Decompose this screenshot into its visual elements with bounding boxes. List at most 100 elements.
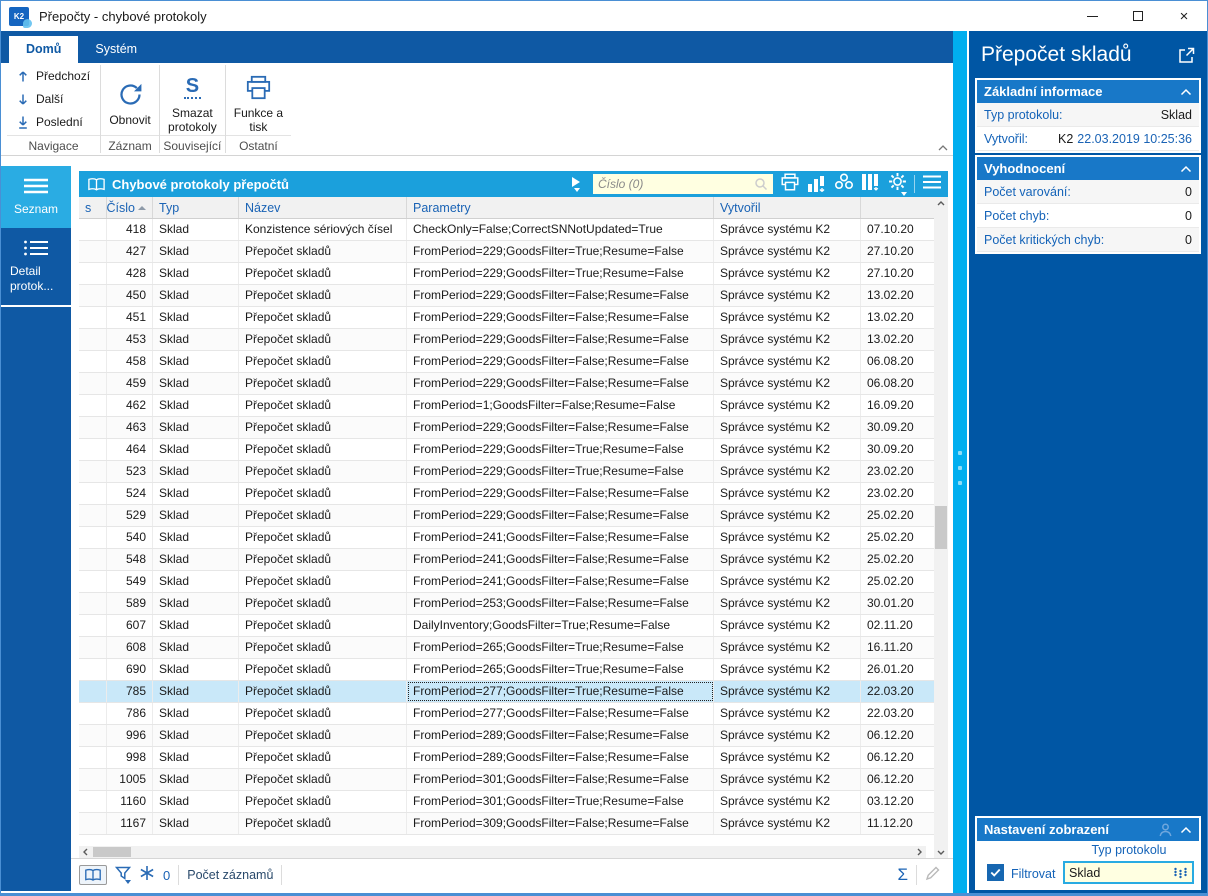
cell-s[interactable] bbox=[79, 373, 107, 394]
column-header-s[interactable]: s bbox=[79, 197, 107, 218]
cell-vytvoril[interactable]: Správce systému K2 bbox=[714, 395, 861, 416]
cell-vytvoril[interactable]: Správce systému K2 bbox=[714, 527, 861, 548]
cell-cislo[interactable]: 459 bbox=[107, 373, 153, 394]
cell-datum[interactable]: 27.10.20 bbox=[861, 263, 933, 284]
cell-parametry[interactable]: FromPeriod=229;GoodsFilter=True;Resume=F… bbox=[407, 461, 714, 482]
filter-checkbox[interactable] bbox=[987, 864, 1004, 881]
table-row[interactable]: 549 Sklad Přepočet skladů FromPeriod=241;Go… bbox=[79, 571, 934, 593]
cell-parametry[interactable]: FromPeriod=241;GoodsFilter=False;Resume=… bbox=[407, 527, 714, 548]
cell-parametry[interactable]: FromPeriod=301;GoodsFilter=False;Resume=… bbox=[407, 769, 714, 790]
column-header-vytvoril[interactable]: Vytvořil bbox=[714, 197, 861, 218]
cell-nazev[interactable]: Konzistence sériových čísel bbox=[239, 219, 407, 240]
cell-datum[interactable]: 13.02.20 bbox=[861, 329, 933, 350]
cell-parametry[interactable]: FromPeriod=253;GoodsFilter=False;Resume=… bbox=[407, 593, 714, 614]
cell-typ[interactable]: Sklad bbox=[153, 461, 239, 482]
section-header[interactable]: Nastavení zobrazení bbox=[977, 818, 1199, 841]
cell-nazev[interactable]: Přepočet skladů bbox=[239, 549, 407, 570]
cell-typ[interactable]: Sklad bbox=[153, 527, 239, 548]
cell-cislo[interactable]: 589 bbox=[107, 593, 153, 614]
cell-parametry[interactable]: FromPeriod=241;GoodsFilter=False;Resume=… bbox=[407, 549, 714, 570]
cell-cislo[interactable]: 608 bbox=[107, 637, 153, 658]
cell-datum[interactable]: 11.12.20 bbox=[861, 813, 933, 834]
horizontal-scrollbar[interactable] bbox=[79, 846, 926, 858]
cell-s[interactable] bbox=[79, 351, 107, 372]
grid-menu-button[interactable] bbox=[922, 175, 942, 194]
filter-checkbox-label[interactable]: Filtrovat bbox=[1011, 867, 1055, 881]
cell-vytvoril[interactable]: Správce systému K2 bbox=[714, 549, 861, 570]
cell-parametry[interactable]: FromPeriod=289;GoodsFilter=False;Resume=… bbox=[407, 747, 714, 768]
columns-button[interactable] bbox=[861, 173, 881, 196]
table-row[interactable]: 453 Sklad Přepočet skladů FromPeriod=229;Go… bbox=[79, 329, 934, 351]
vertical-scroll-thumb[interactable] bbox=[935, 506, 947, 549]
cell-nazev[interactable]: Přepočet skladů bbox=[239, 593, 407, 614]
cell-datum[interactable]: 16.09.20 bbox=[861, 395, 933, 416]
cell-s[interactable] bbox=[79, 263, 107, 284]
previous-button[interactable]: Předchozí bbox=[17, 66, 90, 86]
cell-vytvoril[interactable]: Správce systému K2 bbox=[714, 659, 861, 680]
delete-protocols-button[interactable]: S Smazat protokoly bbox=[160, 64, 225, 135]
cell-parametry[interactable]: FromPeriod=289;GoodsFilter=False;Resume=… bbox=[407, 725, 714, 746]
cell-typ[interactable]: Sklad bbox=[153, 285, 239, 306]
cell-nazev[interactable]: Přepočet skladů bbox=[239, 681, 407, 702]
cell-datum[interactable]: 25.02.20 bbox=[861, 571, 933, 592]
cell-nazev[interactable]: Přepočet skladů bbox=[239, 659, 407, 680]
cell-s[interactable] bbox=[79, 439, 107, 460]
cell-cislo[interactable]: 450 bbox=[107, 285, 153, 306]
cell-s[interactable] bbox=[79, 791, 107, 812]
tab-system[interactable]: Systém bbox=[78, 36, 154, 63]
cell-parametry[interactable]: FromPeriod=229;GoodsFilter=False;Resume=… bbox=[407, 329, 714, 350]
cell-typ[interactable]: Sklad bbox=[153, 241, 239, 262]
section-header[interactable]: Vyhodnocení bbox=[977, 157, 1199, 180]
cell-parametry[interactable]: FromPeriod=229;GoodsFilter=True;Resume=F… bbox=[407, 263, 714, 284]
cell-datum[interactable]: 13.02.20 bbox=[861, 307, 933, 328]
ribbon-collapse-button[interactable] bbox=[937, 139, 949, 157]
cell-s[interactable] bbox=[79, 219, 107, 240]
table-row[interactable]: 1160 Sklad Přepočet skladů FromPeriod=301;G… bbox=[79, 791, 934, 813]
cell-typ[interactable]: Sklad bbox=[153, 351, 239, 372]
table-row[interactable]: 1167 Sklad Přepočet skladů FromPeriod=309;G… bbox=[79, 813, 934, 835]
cell-parametry[interactable]: FromPeriod=265;GoodsFilter=True;Resume=F… bbox=[407, 659, 714, 680]
cell-s[interactable] bbox=[79, 307, 107, 328]
cell-cislo[interactable]: 996 bbox=[107, 725, 153, 746]
cell-nazev[interactable]: Přepočet skladů bbox=[239, 615, 407, 636]
cell-cislo[interactable]: 453 bbox=[107, 329, 153, 350]
cell-typ[interactable]: Sklad bbox=[153, 219, 239, 240]
cell-s[interactable] bbox=[79, 527, 107, 548]
table-row[interactable]: 540 Sklad Přepočet skladů FromPeriod=241;Go… bbox=[79, 527, 934, 549]
table-row[interactable]: 608 Sklad Přepočet skladů FromPeriod=265;Go… bbox=[79, 637, 934, 659]
cell-parametry[interactable]: FromPeriod=229;GoodsFilter=False;Resume=… bbox=[407, 351, 714, 372]
cell-nazev[interactable]: Přepočet skladů bbox=[239, 747, 407, 768]
cell-vytvoril[interactable]: Správce systému K2 bbox=[714, 241, 861, 262]
related-records-button[interactable] bbox=[834, 173, 854, 195]
cell-nazev[interactable]: Přepočet skladů bbox=[239, 373, 407, 394]
cell-vytvoril[interactable]: Správce systému K2 bbox=[714, 219, 861, 240]
cell-s[interactable] bbox=[79, 681, 107, 702]
cell-datum[interactable]: 30.09.20 bbox=[861, 417, 933, 438]
cell-datum[interactable]: 13.02.20 bbox=[861, 285, 933, 306]
settings-button[interactable] bbox=[888, 172, 907, 196]
cell-datum[interactable]: 23.02.20 bbox=[861, 483, 933, 504]
cell-parametry[interactable]: FromPeriod=229;GoodsFilter=True;Resume=F… bbox=[407, 241, 714, 262]
cell-cislo[interactable]: 1160 bbox=[107, 791, 153, 812]
cell-parametry[interactable]: FromPeriod=229;GoodsFilter=False;Resume=… bbox=[407, 505, 714, 526]
cell-parametry[interactable]: FromPeriod=229;GoodsFilter=False;Resume=… bbox=[407, 307, 714, 328]
cell-nazev[interactable]: Přepočet skladů bbox=[239, 527, 407, 548]
cell-s[interactable] bbox=[79, 659, 107, 680]
cell-typ[interactable]: Sklad bbox=[153, 703, 239, 724]
table-row[interactable]: 523 Sklad Přepočet skladů FromPeriod=229;Go… bbox=[79, 461, 934, 483]
cell-nazev[interactable]: Přepočet skladů bbox=[239, 725, 407, 746]
table-row[interactable]: 998 Sklad Přepočet skladů FromPeriod=289;Go… bbox=[79, 747, 934, 769]
cell-typ[interactable]: Sklad bbox=[153, 769, 239, 790]
cell-nazev[interactable]: Přepočet skladů bbox=[239, 571, 407, 592]
cell-typ[interactable]: Sklad bbox=[153, 307, 239, 328]
cell-s[interactable] bbox=[79, 615, 107, 636]
cell-parametry[interactable]: CheckOnly=False;CorrectSNNotUpdated=True bbox=[407, 219, 714, 240]
cell-s[interactable] bbox=[79, 241, 107, 262]
cell-s[interactable] bbox=[79, 549, 107, 570]
cell-s[interactable] bbox=[79, 461, 107, 482]
cell-vytvoril[interactable]: Správce systému K2 bbox=[714, 681, 861, 702]
cell-cislo[interactable]: 458 bbox=[107, 351, 153, 372]
vertical-scrollbar[interactable] bbox=[934, 197, 948, 858]
cell-datum[interactable]: 27.10.20 bbox=[861, 241, 933, 262]
cell-nazev[interactable]: Přepočet skladů bbox=[239, 637, 407, 658]
